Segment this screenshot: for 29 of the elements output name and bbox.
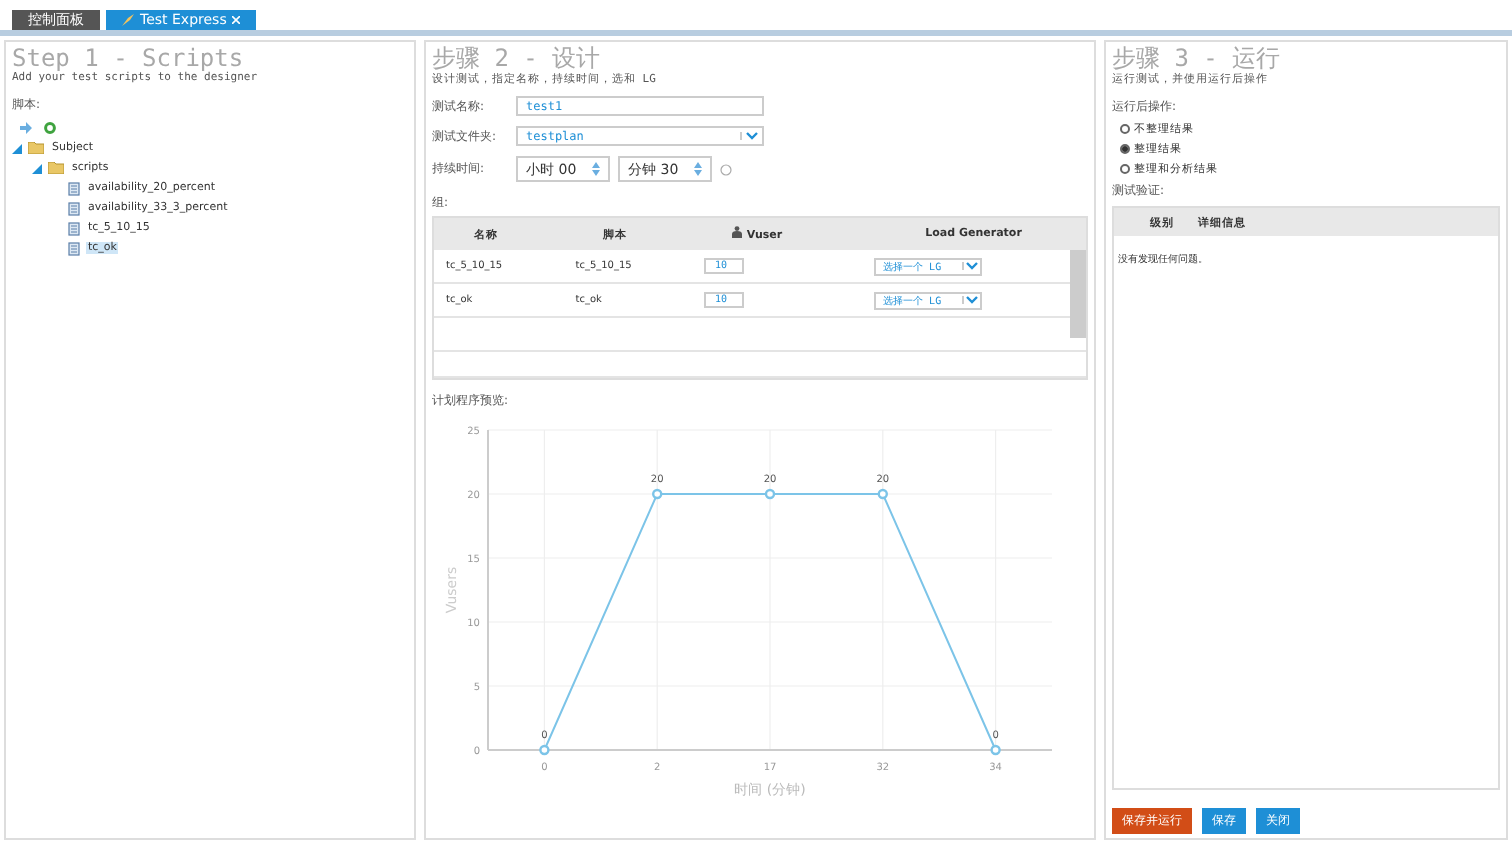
scrollbar[interactable] (1070, 250, 1086, 338)
radio-circle[interactable] (1120, 144, 1130, 154)
script-icon (68, 221, 80, 235)
expand-toggle-icon[interactable] (12, 143, 22, 153)
data-point (764, 488, 776, 500)
dropdown-caret-icon (746, 132, 758, 140)
script-icon (68, 181, 80, 195)
radio-circle[interactable] (1120, 164, 1130, 174)
step-title: 步骤 3 - 运行 (1112, 46, 1283, 72)
expand-toggle-icon[interactable] (32, 163, 42, 173)
radio-circle[interactable] (1120, 124, 1130, 134)
spinner-arrows-icon[interactable] (592, 162, 600, 176)
tab-icon (122, 14, 134, 26)
person-icon (732, 226, 743, 238)
data-point (877, 488, 888, 500)
script-icon (68, 201, 80, 215)
step-title: Step 1 - Scripts (12, 46, 244, 72)
data-point (539, 744, 550, 756)
data-point (652, 488, 663, 500)
refresh-icon[interactable] (44, 122, 56, 134)
data-point (990, 744, 1001, 756)
dropdown-caret-icon (965, 262, 978, 270)
arrow-icon[interactable] (20, 122, 32, 134)
info-icon[interactable] (720, 163, 732, 175)
close-icon[interactable] (232, 16, 241, 24)
step-title: 步骤 2 - 设计 (432, 46, 603, 72)
spinner-arrows-icon[interactable] (694, 162, 702, 176)
dropdown-caret-icon (965, 296, 978, 304)
script-icon (68, 241, 80, 255)
